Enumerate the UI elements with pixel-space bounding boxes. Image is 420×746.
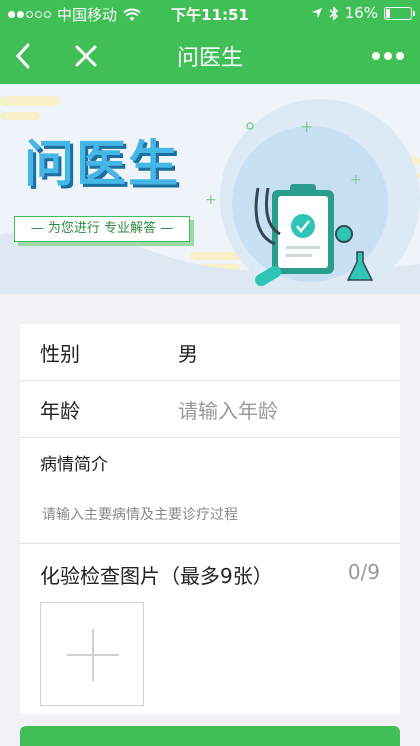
consult-form: 性别 男 年龄 请输入年龄 病情简介 请输入主要病情及主要诊疗过程 化验检查图片… [20, 324, 400, 714]
svg-text:+: + [350, 172, 362, 188]
svg-text:+: + [205, 192, 217, 208]
page-title: 问医生 [176, 46, 243, 71]
description-textarea[interactable]: 请输入主要病情及主要诊疗过程 [42, 504, 238, 524]
battery-percent: 16% [344, 4, 378, 22]
description-label: 病情简介 [40, 455, 108, 475]
gender-row[interactable]: 性别 男 [20, 324, 400, 381]
age-input[interactable]: 请输入年龄 [178, 395, 278, 424]
status-bar: 中国移动 下午11:51 16% [0, 0, 420, 28]
more-button[interactable] [370, 42, 406, 70]
battery-icon [384, 6, 415, 20]
banner: + + + 问医生 — 为您进行 专业解答 — [0, 84, 420, 294]
images-count: 0/9 [347, 560, 380, 584]
banner-subtitle: — 为您进行 专业解答 — [14, 216, 190, 242]
bluetooth-icon [329, 5, 338, 21]
gender-value[interactable]: 男 [178, 338, 198, 367]
images-label: 化验检查图片（最多9张） [40, 564, 273, 588]
age-label: 年龄 [40, 398, 80, 423]
banner-title: 问医生 [24, 135, 180, 193]
more-dots-icon [372, 52, 380, 60]
nav-bar: 问医生 [0, 28, 420, 84]
age-row[interactable]: 年龄 请输入年龄 [20, 381, 400, 438]
image-upload-section: 化验检查图片（最多9张） 0/9 [20, 544, 400, 714]
svg-text:+: + [300, 117, 313, 136]
location-arrow-icon [311, 8, 322, 18]
add-image-button[interactable] [40, 602, 144, 706]
gender-label: 性别 [40, 341, 80, 366]
submit-button[interactable] [20, 726, 400, 746]
description-field[interactable]: 病情简介 请输入主要病情及主要诊疗过程 [20, 438, 400, 544]
